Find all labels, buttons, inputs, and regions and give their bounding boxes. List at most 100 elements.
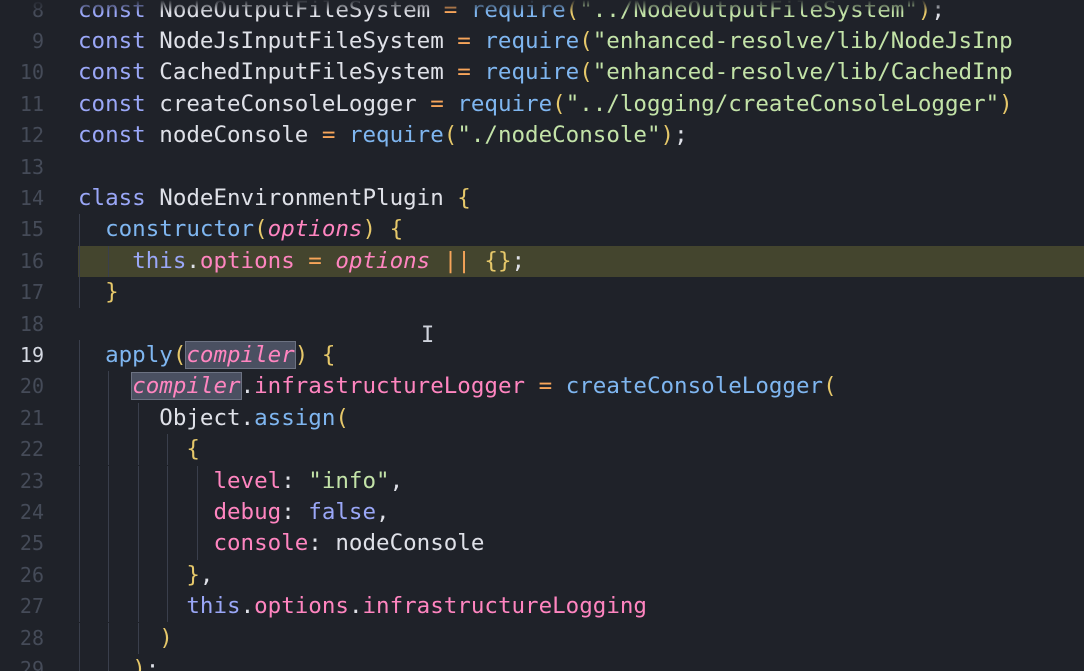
- indent-guide: [79, 496, 80, 529]
- code-text: level: "info",: [213, 467, 404, 494]
- line-number: 21: [19, 405, 44, 430]
- indent-guide: [196, 496, 198, 529]
- line-number: 28: [19, 625, 44, 650]
- indent-guide: [108, 591, 110, 623]
- code-text: const NodeJsInputFileSystem = require("e…: [78, 27, 1013, 54]
- indent-guide: [79, 339, 80, 372]
- line-number: 15: [19, 217, 44, 242]
- indent-guide: [137, 528, 139, 560]
- code-line[interactable]: 24 debug: false,: [0, 497, 1084, 528]
- code-line[interactable]: 9 const NodeJsInputFileSystem = require("…: [0, 26, 1084, 57]
- indent-guide: [167, 591, 169, 623]
- indent-guide: [79, 277, 80, 309]
- indent-guide: [79, 465, 80, 497]
- code-line[interactable]: 25 console: nodeConsole: [0, 528, 1084, 559]
- line-number: 10: [19, 60, 44, 85]
- code-line[interactable]: 18: [0, 309, 1084, 340]
- line-number: 29: [19, 656, 44, 671]
- indent-guide: [167, 434, 169, 466]
- indent-guide: [196, 528, 198, 560]
- code-line[interactable]: 15 constructor(options) {: [0, 214, 1084, 245]
- selected-word-compiler: compiler: [185, 340, 296, 369]
- code-line[interactable]: 22 {: [0, 434, 1084, 465]
- code-editor[interactable]: 8const NodeOutputFileSystem = require(".…: [0, 0, 1084, 671]
- code-text: },: [186, 561, 214, 588]
- code-line[interactable]: 23 level: "info",: [0, 466, 1084, 497]
- line-number: 12: [19, 123, 44, 148]
- code-line[interactable]: 28 ): [0, 623, 1084, 654]
- line-number: 24: [19, 499, 44, 524]
- indent-guide: [79, 528, 80, 560]
- code-line[interactable]: 17 }: [0, 277, 1084, 308]
- line-number: 9: [31, 28, 44, 53]
- line-number: 16: [19, 248, 44, 273]
- line-number: 26: [19, 562, 44, 587]
- code-line[interactable]: 19 apply(compiler) {: [0, 340, 1084, 371]
- indent-guide: [137, 559, 139, 592]
- indent-guide: [79, 434, 80, 466]
- code-text: }: [105, 279, 119, 306]
- line-number: 17: [19, 280, 44, 305]
- code-line[interactable]: 27 this.options.infrastructureLogging: [0, 591, 1084, 622]
- code-line[interactable]: 20 compiler.infrastructureLogger = creat…: [0, 371, 1084, 402]
- code-line[interactable]: 14 class NodeEnvironmentPlugin {: [0, 183, 1084, 214]
- line-number: 11: [19, 91, 44, 116]
- code-line[interactable]: 21 Object.assign(: [0, 403, 1084, 434]
- code-line[interactable]: 16 this.options = options || {};: [0, 245, 1084, 278]
- indent-guide: [196, 465, 198, 497]
- code-text: debug: false,: [213, 498, 390, 525]
- indent-guide: [108, 434, 110, 466]
- indent-guide: [79, 622, 80, 654]
- indent-guide: [108, 371, 110, 403]
- selected-word-compiler: compiler: [131, 372, 242, 401]
- indent-guide: [137, 591, 139, 623]
- indent-guide: [108, 465, 110, 497]
- code-text: this.options.infrastructureLogging: [186, 593, 647, 620]
- indent-guide: [137, 496, 139, 529]
- code-text: {: [186, 436, 200, 463]
- code-text: const nodeConsole = require("./nodeConso…: [78, 122, 688, 149]
- top-scroll-shadow: [0, 0, 1084, 12]
- line-number: 22: [19, 437, 44, 462]
- code-line[interactable]: 13: [0, 152, 1084, 183]
- code-text: ): [159, 624, 173, 651]
- indent-guide: [79, 653, 80, 671]
- indent-guide: [108, 653, 110, 671]
- code-line[interactable]: 11 const createConsoleLogger = require(".…: [0, 89, 1084, 120]
- code-text: );: [132, 655, 160, 671]
- indent-guide: [108, 559, 110, 592]
- line-number: 25: [19, 531, 44, 556]
- code-text: Object.assign(: [78, 404, 349, 431]
- code-text: class NodeEnvironmentPlugin {: [78, 184, 471, 211]
- indent-guide: [167, 528, 169, 560]
- indent-guide: [167, 496, 169, 529]
- code-text: console: nodeConsole: [213, 530, 485, 557]
- code-line[interactable]: 26 },: [0, 560, 1084, 591]
- indent-guide: [79, 245, 80, 278]
- code-line[interactable]: 12 const nodeConsole = require("./nodeCon…: [0, 120, 1084, 151]
- code-line[interactable]: 10 const CachedInputFileSystem = require(…: [0, 57, 1084, 88]
- indent-guide: [137, 402, 139, 435]
- code-text: compiler.infrastructureLogger = createCo…: [131, 372, 837, 401]
- line-number: 18: [19, 311, 44, 336]
- code-text: constructor(options) {: [105, 216, 404, 243]
- indent-guide: [108, 622, 110, 654]
- text-cursor-icon: I: [421, 323, 435, 348]
- indent-guide: [108, 402, 110, 435]
- indent-guide: [108, 528, 110, 560]
- indent-guide: [79, 559, 80, 592]
- code-text: const createConsoleLogger = require("../…: [78, 90, 1013, 117]
- indent-guide: [79, 214, 80, 246]
- indent-guide: [79, 371, 80, 403]
- indent-guide: [79, 591, 80, 623]
- line-number: 23: [19, 468, 44, 493]
- line-number: 13: [19, 154, 44, 179]
- line-number: 19: [19, 342, 44, 367]
- indent-guide: [137, 622, 139, 654]
- indent-guide: [167, 559, 169, 592]
- code-text: apply(compiler) {: [105, 340, 336, 369]
- indent-guide: [108, 245, 110, 278]
- line-number: 27: [19, 594, 44, 619]
- code-line[interactable]: 29 );: [0, 654, 1084, 671]
- code-text: this.options = options || {};: [78, 245, 1084, 278]
